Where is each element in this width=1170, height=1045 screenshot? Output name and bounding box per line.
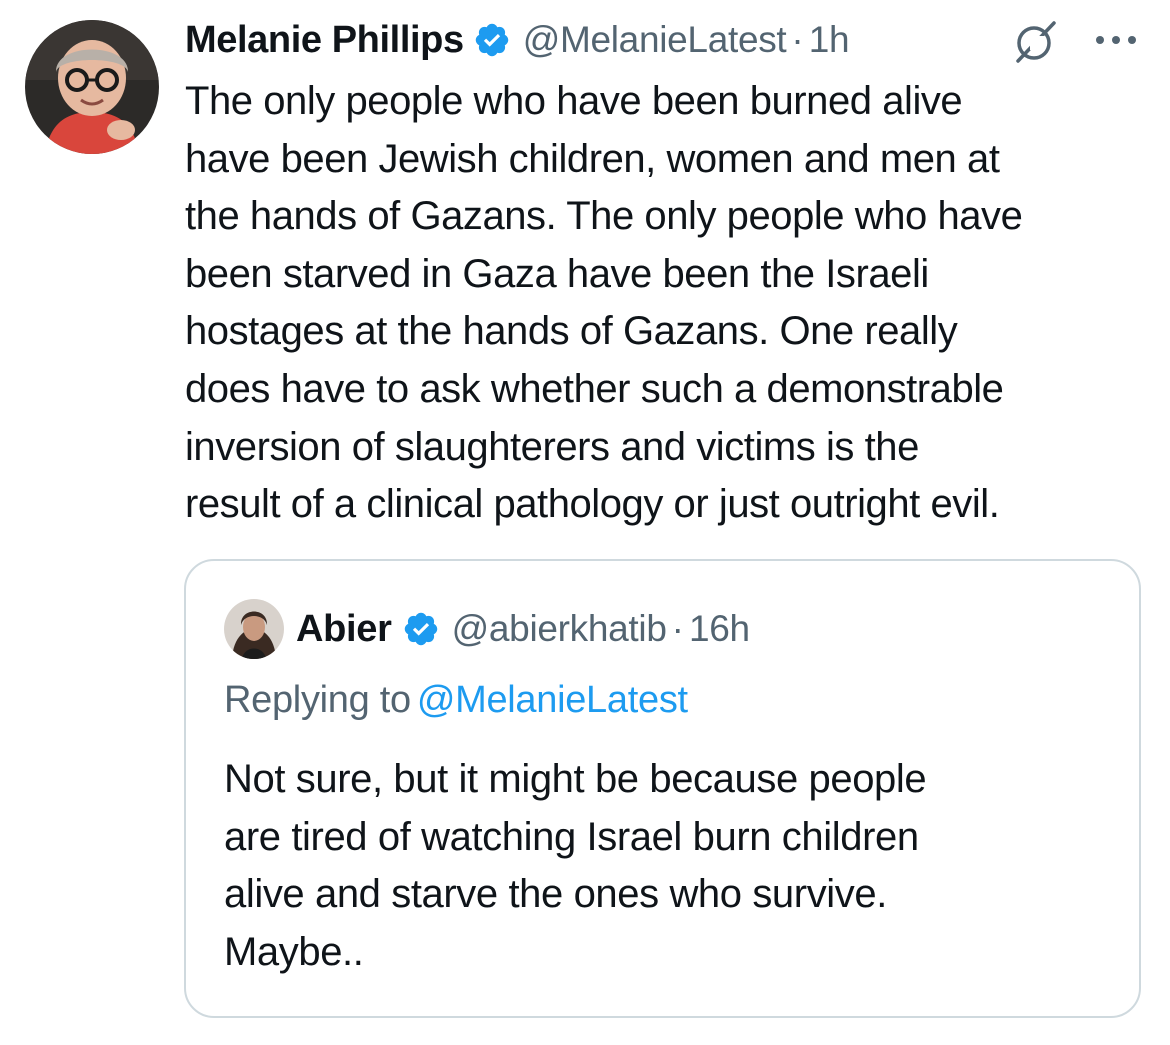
tweet-text-line: result of a clinical pathology or just o… — [185, 482, 1000, 527]
separator-dot: · — [791, 19, 804, 60]
quoted-tweet-card[interactable]: Abier @abierkhatib · 16h Replying to @Mel… — [184, 559, 1141, 1018]
grok-icon[interactable] — [1010, 18, 1060, 66]
quoted-tweet-text-line: are tired of watching Israel burn childr… — [224, 814, 919, 859]
tweet-text-line: hostages at the hands of Gazans. One rea… — [185, 309, 958, 354]
replying-to-mention[interactable]: @MelanieLatest — [417, 679, 688, 721]
quoted-author-display-name[interactable]: Abier — [296, 608, 392, 651]
tweet-text-line: the hands of Gazans. The only people who… — [185, 194, 1023, 239]
author-display-name[interactable]: Melanie Phillips — [185, 19, 464, 62]
verified-badge-icon — [402, 610, 440, 648]
tweet-text-line: been starved in Gaza have been the Israe… — [185, 251, 929, 296]
replying-to: Replying to @MelanieLatest — [224, 679, 688, 722]
quoted-tweet-text: Not sure, but it might be because people… — [224, 751, 1124, 981]
verified-badge-icon[interactable] — [473, 21, 511, 59]
tweet-text-line: The only people who have been burned ali… — [185, 79, 963, 123]
replying-to-label: Replying to — [224, 679, 411, 721]
author-avatar[interactable] — [25, 20, 159, 154]
quoted-author-handle: @abierkhatib — [451, 608, 667, 649]
tweet-text-line: have been Jewish children, women and men… — [185, 136, 1000, 181]
more-icon[interactable] — [1093, 30, 1139, 50]
tweet-text-line: does have to ask whether such a demonstr… — [185, 366, 1004, 411]
tweet-text-line: inversion of slaughterers and victims is… — [185, 424, 919, 469]
quoted-tweet-text-line: alive and starve the ones who survive. — [224, 872, 887, 917]
author-handle[interactable]: @MelanieLatest — [523, 19, 787, 61]
quoted-tweet-header: Abier @abierkhatib · 16h — [296, 603, 750, 655]
quoted-tweet-timestamp: 16h — [688, 608, 750, 649]
tweet-header: Melanie Phillips @MelanieLatest · 1h — [185, 14, 850, 66]
quoted-tweet-text-line: Not sure, but it might be because people — [224, 757, 927, 801]
tweet-timestamp[interactable]: 1h — [809, 19, 850, 61]
quoted-author-avatar — [224, 599, 284, 659]
tweet-text: The only people who have been burned ali… — [185, 73, 1165, 534]
quoted-tweet-text-line: Maybe.. — [224, 929, 364, 974]
separator-dot: · — [671, 608, 684, 649]
